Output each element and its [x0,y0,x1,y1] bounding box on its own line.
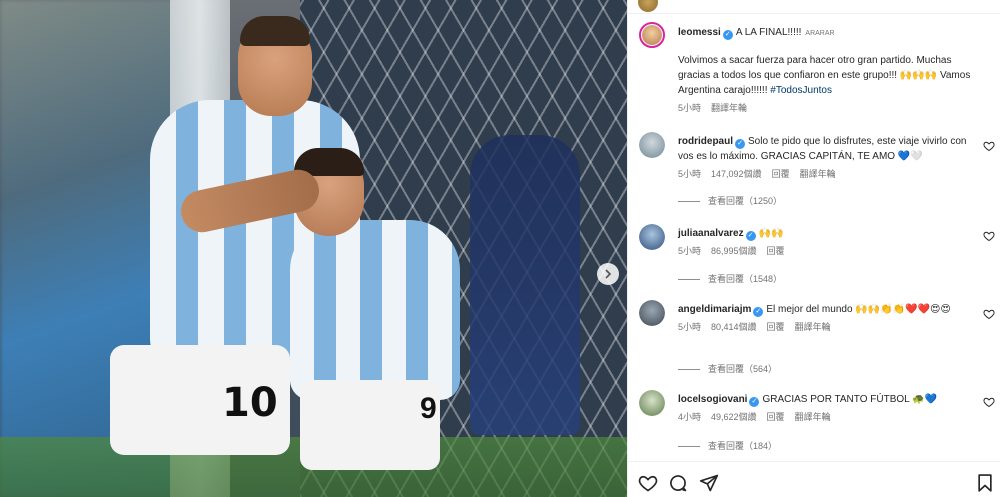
avatar[interactable] [639,22,665,48]
jersey-number-9: 9 [420,392,437,425]
comment-time[interactable]: 5小時 [678,246,701,256]
comment-text: GRACIAS POR TANTO FÚTBOL 🐢💙 [762,394,938,405]
view-replies-button[interactable]: 查看回覆（564） [678,362,777,375]
caption-time[interactable]: 5小時 [678,103,701,113]
comment-reply-link[interactable]: 回覆 [767,322,785,332]
comment-username[interactable]: locelsogiovani [678,394,747,405]
avatar[interactable] [639,224,665,250]
heart-outline-icon[interactable] [983,308,995,320]
chevron-right-icon [605,269,612,279]
comment-likes[interactable]: 49,622個讚 [711,412,757,422]
comment-username[interactable]: rodridepaul [678,136,733,147]
avatar[interactable] [639,132,665,158]
view-replies-button[interactable]: 查看回覆（1250） [678,194,782,207]
heart-outline-icon[interactable] [638,473,658,493]
view-replies-button[interactable]: 查看回覆（1548） [678,272,782,285]
comment-username[interactable]: juliaanalvarez [678,228,744,239]
send-icon[interactable] [699,473,719,493]
comment-translate-link[interactable]: 翻譯年輪 [800,169,836,179]
post-media[interactable]: 10 9 [0,0,627,497]
comment-text: El mejor del mundo 🙌🙌👏👏❤️❤️😍😍 [766,304,951,315]
comment-likes[interactable]: 80,414個讚 [711,322,757,332]
caption-username[interactable]: leomessi [678,27,721,38]
header-avatar[interactable] [638,0,658,12]
comment-reply-link[interactable]: 回覆 [767,412,785,422]
comment-icon[interactable] [668,473,688,493]
caption-title: A LA FINAL!!!!! [735,27,802,38]
comment-time[interactable]: 4小時 [678,412,701,422]
comment-username[interactable]: angeldimariajm [678,304,751,315]
caption-hashtag[interactable]: #TodosJuntos [770,85,832,96]
next-image-button[interactable] [597,263,619,285]
comment-reply-link[interactable]: 回覆 [772,169,790,179]
comment-meta: 5小時 147,092個讚 回覆 翻譯年輪 [678,167,978,182]
comment-meta: 4小時 49,622個讚 回覆 翻譯年輪 [678,410,978,425]
verified-badge-icon: ✓ [749,397,760,407]
caption-tiny-mark: ARARAR [805,30,835,37]
avatar[interactable] [639,390,665,416]
post-action-bar [628,461,1000,497]
comment-likes[interactable]: 147,092個讚 [711,169,762,179]
player-messi-hair [240,16,310,46]
verified-badge-icon: ✓ [745,231,756,241]
comment-meta: 5小時 86,995個讚 回覆 [678,244,978,259]
opponent-player [470,135,580,435]
player-alvarez-jersey [290,220,460,400]
heart-outline-icon[interactable] [983,140,995,152]
verified-badge-icon: ✓ [722,30,733,40]
comment-meta: 5小時 80,414個讚 回覆 翻譯年輪 [678,320,978,335]
jersey-number-10: 10 [222,380,278,426]
caption-meta: 5小時 翻譯年輪 [678,101,978,116]
comment-reply-link[interactable]: 回覆 [767,246,785,256]
verified-badge-icon: ✓ [753,307,764,317]
comment-likes[interactable]: 86,995個讚 [711,246,757,256]
panel-header [628,0,1000,14]
comment-time[interactable]: 5小時 [678,169,701,179]
caption-translate-link[interactable]: 翻譯年輪 [711,103,747,113]
comment-time[interactable]: 5小時 [678,322,701,332]
post-side-panel: leomessi ✓ A LA FINAL!!!!! ARARAR Volvimos … [627,0,1000,497]
verified-badge-icon: ✓ [735,139,746,149]
comment-translate-link[interactable]: 翻譯年輪 [795,322,831,332]
bookmark-icon[interactable] [975,473,995,493]
heart-outline-icon[interactable] [983,396,995,408]
player-alvarez-shorts [300,380,440,470]
avatar[interactable] [639,300,665,326]
heart-outline-icon[interactable] [983,230,995,242]
view-replies-button[interactable]: 查看回覆（184） [678,439,777,452]
comment-translate-link[interactable]: 翻譯年輪 [795,412,831,422]
comment-text: 🙌🙌 [758,228,784,239]
comments-scroll-area[interactable]: leomessi ✓ A LA FINAL!!!!! ARARAR Volvimos … [628,14,1000,461]
